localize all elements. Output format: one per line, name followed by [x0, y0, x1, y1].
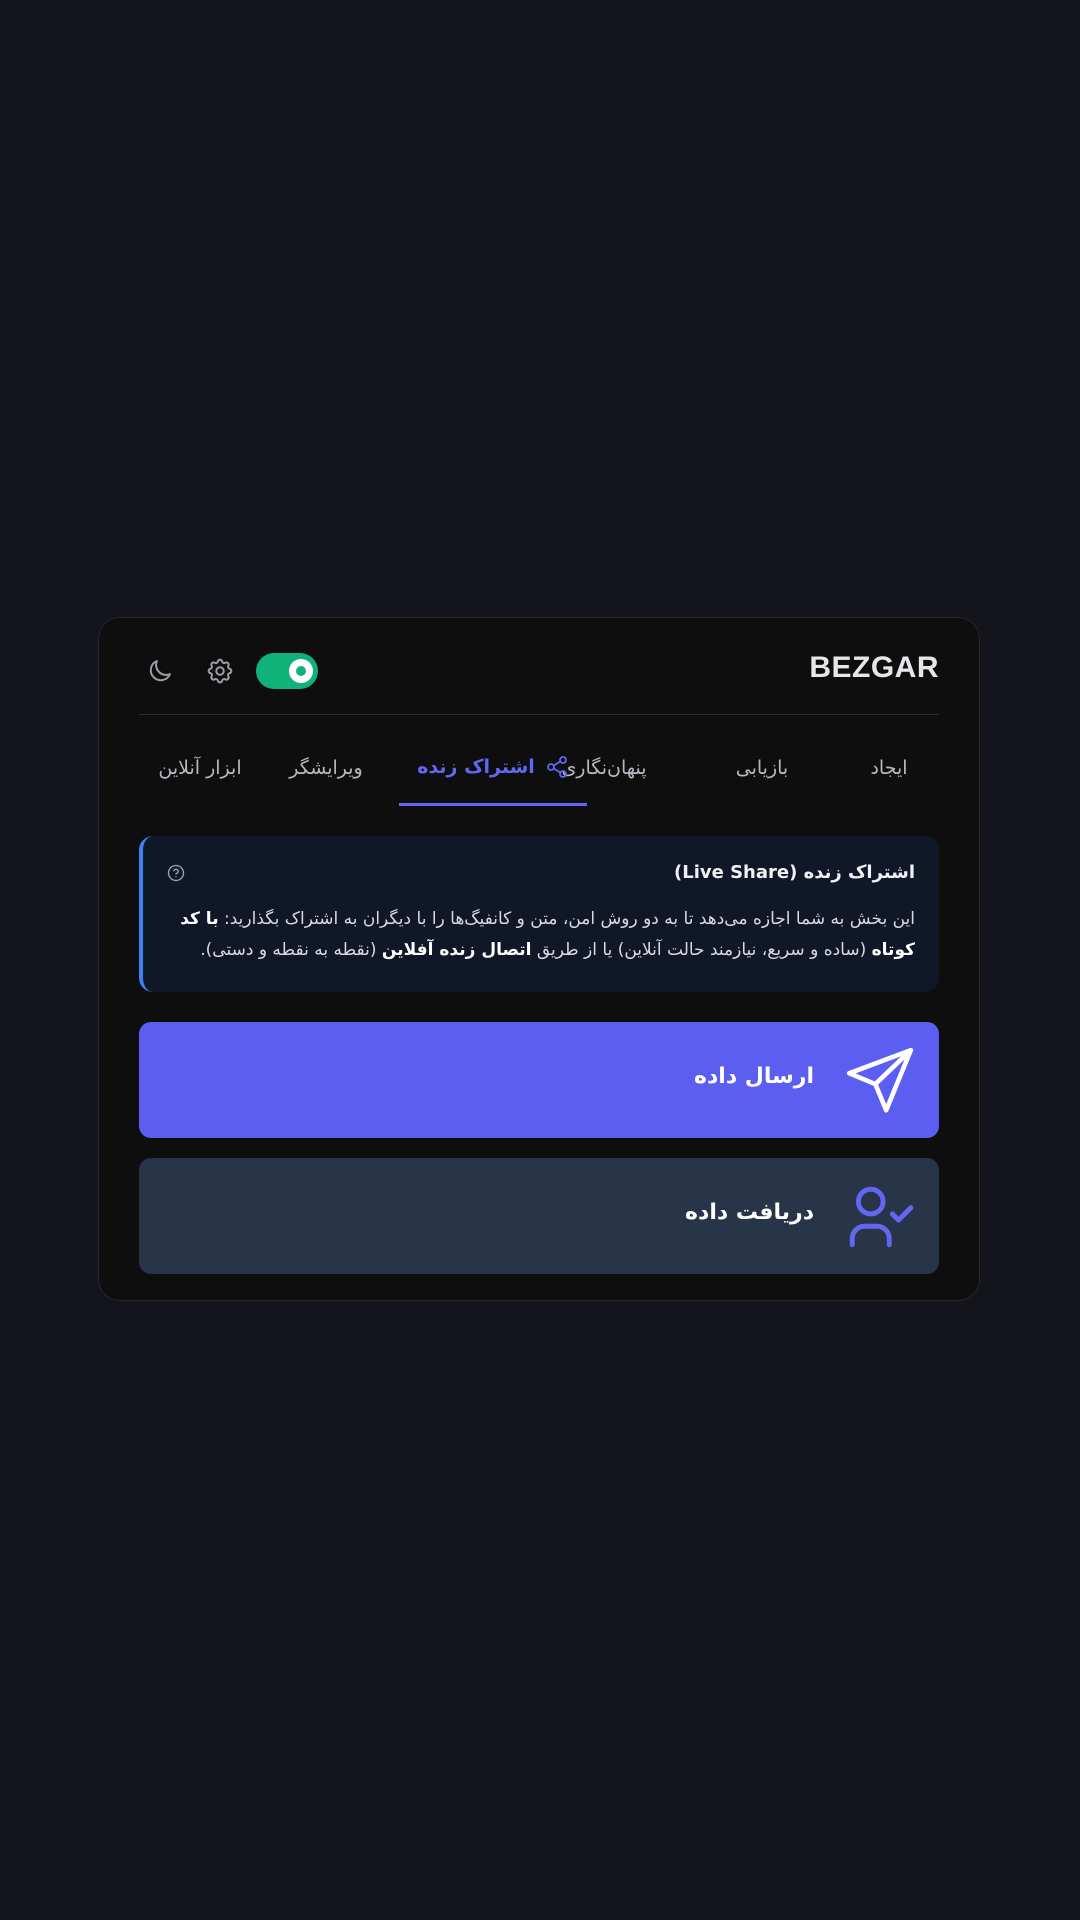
info-title: اشتراک زنده (Live Share)	[673, 862, 915, 883]
tab-create[interactable]: ایجاد	[839, 730, 939, 806]
info-highlight-offline-live: اتصال زنده آفلاین	[381, 940, 532, 960]
online-toggle[interactable]	[256, 653, 318, 689]
info-description: این بخش به شما اجازه می‌دهد تا به دو روش…	[167, 904, 915, 966]
main-card: BEZGAR ایجاد بازیابی پنهان‌نگاری	[98, 617, 980, 1301]
tab-live-share[interactable]: اشتراک زنده	[399, 730, 587, 806]
receive-data-label: دریافت داده	[685, 1200, 814, 1225]
info-text: (ساده و سریع، نیازمند حالت آنلاین) یا از…	[531, 940, 872, 960]
theme-button[interactable]	[145, 656, 175, 686]
toggle-knob	[289, 659, 313, 683]
gear-icon	[207, 658, 233, 684]
header: BEZGAR	[139, 618, 939, 715]
send-data-label: ارسال داده	[694, 1064, 814, 1089]
settings-button[interactable]	[205, 656, 235, 686]
user-check-icon	[849, 1186, 914, 1248]
info-text: این بخش به شما اجازه می‌دهد تا به دو روش…	[218, 909, 915, 929]
tab-online-tools[interactable]: ابزار آنلاین	[137, 730, 263, 806]
share-icon	[546, 755, 567, 778]
app-logo: BEZGAR	[809, 651, 939, 684]
tab-bar: ایجاد بازیابی پنهان‌نگاری اشتراک زنده وی…	[139, 730, 939, 806]
tab-editor[interactable]: ویرایشگر	[265, 730, 387, 806]
tab-label: اشتراک زنده	[417, 755, 535, 778]
tab-label: ویرایشگر	[289, 757, 363, 779]
info-text: (نقطه به نقطه و دستی).	[200, 940, 382, 960]
help-icon[interactable]	[167, 864, 185, 882]
paper-plane-icon	[846, 1047, 914, 1113]
tab-label: ابزار آنلاین	[158, 757, 242, 779]
send-data-button[interactable]: ارسال داده	[139, 1022, 939, 1138]
moon-icon	[149, 660, 171, 682]
info-panel: اشتراک زنده (Live Share) این بخش به شما …	[139, 836, 939, 992]
tab-recovery[interactable]: بازیابی	[697, 730, 827, 806]
receive-data-button[interactable]: دریافت داده	[139, 1158, 939, 1274]
tab-label: ایجاد	[870, 757, 908, 779]
tab-label: بازیابی	[735, 757, 789, 779]
